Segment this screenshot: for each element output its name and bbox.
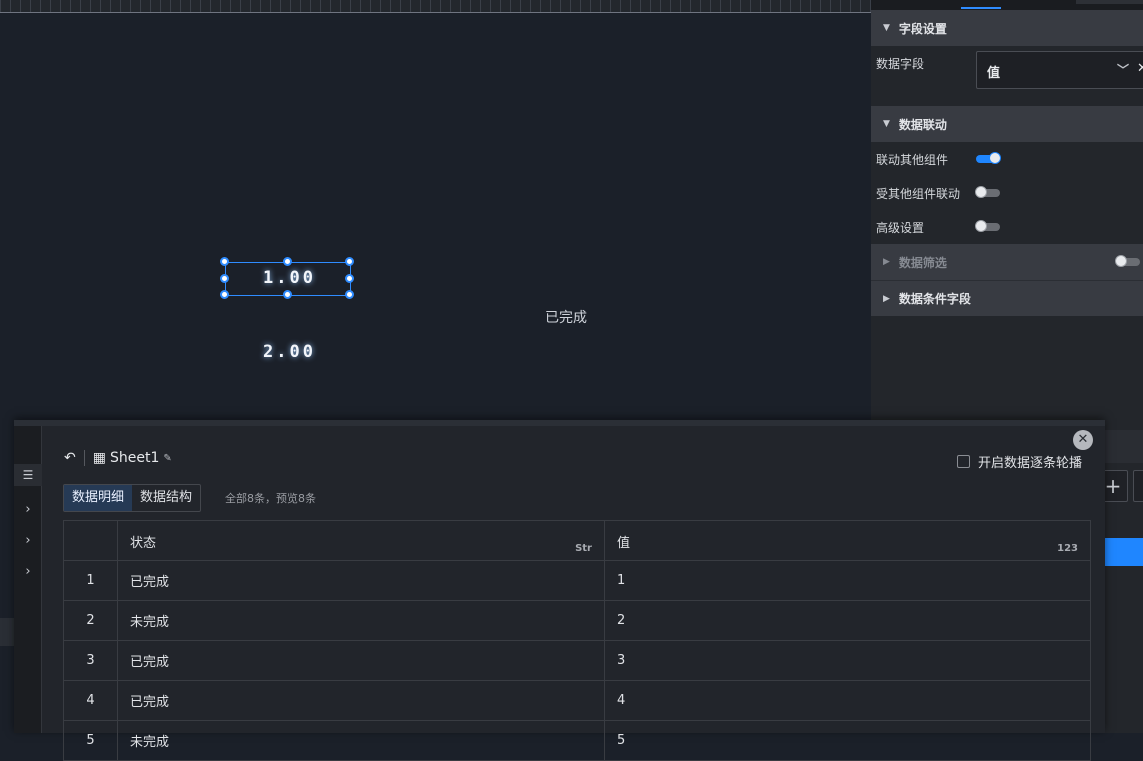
condition-field-section[interactable]: ▶ 数据条件字段: [871, 280, 1143, 316]
table-row[interactable]: 2 未完成 2: [63, 600, 1091, 641]
status-text-widget[interactable]: 已完成: [545, 307, 587, 327]
panel-tab-bar: [871, 0, 1143, 10]
linked-by-other-toggle[interactable]: [975, 186, 1000, 198]
row-index: 2: [63, 600, 118, 641]
tab-data-structure[interactable]: 数据结构: [132, 485, 200, 511]
link-other-label: 联动其他组件: [876, 152, 949, 167]
resize-handle-l[interactable]: [220, 274, 229, 283]
table-row[interactable]: 1 已完成 1: [63, 560, 1091, 601]
resize-handle-r[interactable]: [345, 274, 354, 283]
dialog-sidebar: ☰ › › ›: [14, 426, 42, 733]
row-index: 5: [63, 720, 118, 761]
selected-value: 值: [987, 66, 1001, 81]
row-index: 3: [63, 640, 118, 681]
divider: [83, 450, 85, 466]
tab-data-detail[interactable]: 数据明细: [64, 485, 133, 511]
section-title: 字段设置: [898, 21, 947, 36]
close-dialog-icon[interactable]: ✕: [1073, 430, 1093, 450]
table-row[interactable]: 3 已完成 3: [63, 640, 1091, 681]
underlying-panel-fragment: [1105, 430, 1143, 463]
caret-right-icon: ▶: [883, 293, 890, 304]
sheet-name: Sheet1: [109, 450, 160, 466]
state-cell: 未完成: [117, 600, 605, 641]
state-cell: 已完成: [117, 640, 605, 681]
toggle-knob: [975, 186, 987, 198]
chevron-right-icon[interactable]: ›: [14, 533, 42, 548]
toggle-knob: [989, 152, 1001, 164]
linked-by-other-row: 受其他组件联动: [871, 176, 1143, 210]
number-type-icon: 123: [1057, 543, 1078, 554]
back-icon[interactable]: ↶: [64, 450, 76, 466]
column-header-value[interactable]: 值 123: [604, 520, 1091, 561]
data-preview-dialog: ☰ › › › ✕ ↶ ▦ Sheet1 ✎ 开启数据逐条轮播 数据明细 数据结…: [14, 420, 1105, 761]
dialog-header: ↶ ▦ Sheet1 ✎: [64, 450, 172, 466]
advanced-toggle[interactable]: [975, 220, 1000, 232]
data-filter-section[interactable]: ▶ 数据筛选: [871, 244, 1143, 280]
chevron-down-icon[interactable]: ﹀: [1117, 61, 1129, 78]
string-type-icon: Str: [575, 543, 592, 554]
edit-icon[interactable]: ✎: [163, 453, 171, 464]
chevron-right-icon[interactable]: ›: [14, 502, 42, 517]
data-filter-toggle[interactable]: [1115, 255, 1140, 267]
resize-handle-tr[interactable]: [345, 257, 354, 266]
section-title: 数据条件字段: [898, 292, 971, 306]
resize-handle-bl[interactable]: [220, 290, 229, 299]
active-tab-indicator: [961, 7, 1001, 9]
underlying-button-fragment[interactable]: [1133, 470, 1143, 502]
link-other-row: 联动其他组件: [871, 142, 1143, 176]
caret-right-icon: ▶: [883, 257, 890, 267]
left-edge-strip: [0, 618, 14, 646]
carousel-option[interactable]: 开启数据逐条轮播: [957, 452, 1082, 471]
underlying-blue-bar: [1105, 538, 1143, 566]
column-header-state[interactable]: 状态 Str: [117, 520, 605, 561]
row-index: 1: [63, 560, 118, 601]
data-linkage-section[interactable]: ▼ 数据联动: [871, 106, 1143, 142]
number-widget-value[interactable]: 1.00: [263, 268, 316, 288]
collapse-menu-icon[interactable]: ☰: [14, 464, 42, 486]
data-table: 状态 Str 值 123 1 已完成 1 2 未完成 2 3 已完成 3 4 已…: [63, 520, 1091, 761]
carousel-label: 开启数据逐条轮播: [978, 456, 1083, 471]
section-title: 数据联动: [898, 117, 947, 132]
data-field-label: 数据字段: [876, 57, 925, 71]
panel-tab[interactable]: [1076, 0, 1143, 4]
value-cell: 1: [604, 560, 1091, 601]
link-other-toggle[interactable]: [976, 152, 1001, 164]
table-icon: ▦: [92, 450, 106, 466]
close-icon[interactable]: ✕: [1137, 61, 1143, 76]
table-header-row: 状态 Str 值 123: [63, 520, 1091, 561]
resize-handle-tl[interactable]: [220, 257, 229, 266]
resize-handle-t[interactable]: [283, 257, 292, 266]
chevron-right-icon[interactable]: ›: [14, 564, 42, 579]
data-field-select[interactable]: 值 ﹀ ✕: [976, 51, 1143, 89]
state-cell: 已完成: [117, 680, 605, 721]
row-count-summary: 全部8条，预览8条: [225, 492, 316, 505]
value-cell: 5: [604, 720, 1091, 761]
dialog-tabs: 数据明细 数据结构: [63, 484, 202, 512]
carousel-checkbox[interactable]: [957, 455, 970, 468]
section-title: 数据筛选: [898, 255, 947, 270]
table-row[interactable]: 4 已完成 4: [63, 680, 1091, 721]
state-cell: 未完成: [117, 720, 605, 761]
resize-handle-b[interactable]: [283, 290, 292, 299]
top-ruler: [0, 0, 871, 13]
advanced-row: 高级设置: [871, 210, 1143, 244]
toggle-knob: [975, 220, 987, 232]
value-cell: 2: [604, 600, 1091, 641]
caret-down-icon: ▼: [883, 119, 890, 129]
row-index: 4: [63, 680, 118, 721]
table-row[interactable]: 5 未完成 5: [63, 720, 1091, 761]
linked-by-other-label: 受其他组件联动: [876, 186, 961, 201]
advanced-label: 高级设置: [876, 220, 925, 235]
index-header: [63, 520, 118, 561]
value-cell: 3: [604, 640, 1091, 681]
field-settings-section[interactable]: ▼ 字段设置: [871, 10, 1143, 46]
value-cell: 4: [604, 680, 1091, 721]
caret-down-icon: ▼: [883, 23, 890, 33]
toggle-knob: [1115, 255, 1127, 267]
number-widget-value-2[interactable]: 2.00: [263, 342, 316, 362]
data-field-row: 数据字段 值 ﹀ ✕: [871, 46, 1143, 106]
resize-handle-br[interactable]: [345, 290, 354, 299]
state-cell: 已完成: [117, 560, 605, 601]
